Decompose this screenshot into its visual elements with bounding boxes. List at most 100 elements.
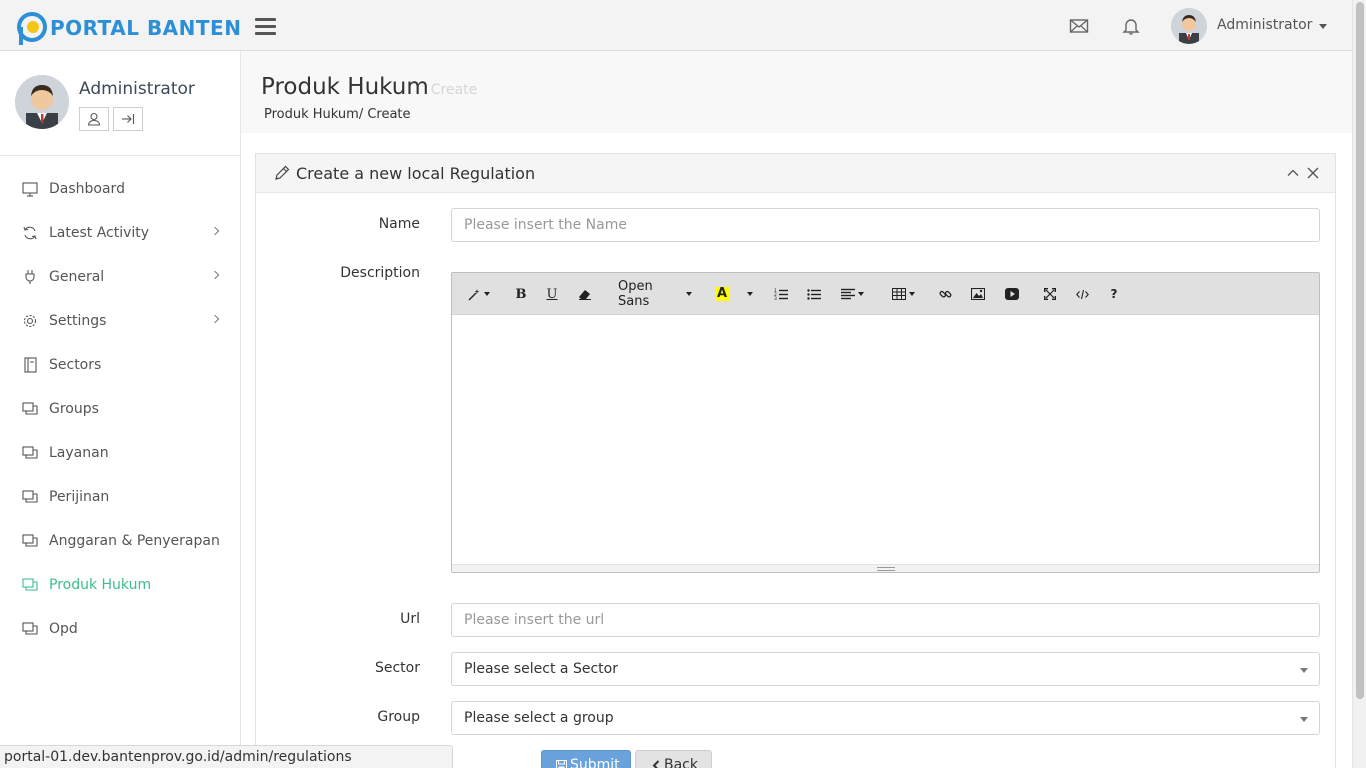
pencil-icon bbox=[275, 165, 290, 180]
profile-avatar bbox=[15, 75, 69, 129]
chevron-right-icon bbox=[210, 270, 220, 280]
sidebar-item-produk-hukum[interactable]: Produk Hukum bbox=[0, 563, 240, 607]
fullscreen-button[interactable] bbox=[1041, 284, 1059, 304]
ordered-list-button[interactable]: 123 bbox=[772, 284, 790, 304]
unordered-list-button[interactable] bbox=[805, 284, 823, 304]
panel-header: Create a new local Regulation bbox=[256, 154, 1335, 193]
sidebar-item-sectors[interactable]: Sectors bbox=[0, 343, 240, 387]
back-button[interactable]: Back bbox=[635, 750, 712, 768]
editor-resize-handle[interactable] bbox=[452, 564, 1319, 572]
profile-name: Administrator bbox=[79, 79, 195, 99]
refresh-icon bbox=[21, 225, 38, 242]
link-status-bar: portal-01.dev.bantenprov.go.id/admin/reg… bbox=[0, 745, 453, 768]
gear-icon bbox=[21, 313, 38, 330]
link-icon bbox=[938, 290, 951, 298]
eraser-icon bbox=[579, 290, 591, 300]
font-select[interactable]: Open Sans bbox=[618, 279, 692, 309]
sector-label: Sector bbox=[374, 660, 420, 676]
name-input[interactable] bbox=[451, 208, 1320, 242]
window-icon bbox=[21, 445, 38, 462]
svg-text:3: 3 bbox=[774, 296, 777, 300]
top-navbar: PORTAL BANTEN Administrator bbox=[0, 0, 1352, 51]
paragraph-align-button[interactable] bbox=[838, 284, 866, 304]
portal-banten-logo[interactable]: PORTAL BANTEN bbox=[17, 11, 241, 45]
fullscreen-icon bbox=[1044, 288, 1056, 300]
logout-button[interactable] bbox=[113, 107, 143, 131]
page-scrollbar[interactable] bbox=[1352, 0, 1366, 768]
unordered-list-icon bbox=[807, 289, 821, 300]
sidebar-item-perijinan[interactable]: Perijinan bbox=[0, 475, 240, 519]
bold-button[interactable]: B bbox=[512, 284, 530, 304]
picture-button[interactable] bbox=[969, 284, 987, 304]
user-avatar[interactable] bbox=[1171, 8, 1207, 44]
page-title: Produk Hukum Create bbox=[261, 74, 477, 100]
table-icon bbox=[891, 288, 906, 300]
video-icon bbox=[1005, 288, 1019, 300]
window-icon bbox=[21, 621, 38, 638]
group-label: Group bbox=[377, 709, 420, 725]
underline-button[interactable]: U bbox=[543, 284, 561, 304]
back-label: Back bbox=[664, 757, 698, 768]
editor-toolbar: B U Open Sans A 123 ? bbox=[452, 273, 1319, 315]
sidebar-item-groups[interactable]: Groups bbox=[0, 387, 240, 431]
sidebar-profile: Administrator bbox=[0, 51, 240, 156]
sidebar: Administrator Dashboard Latest Activity bbox=[0, 51, 241, 768]
group-selected-value: Please select a group bbox=[464, 710, 614, 726]
sidebar-item-latest-activity[interactable]: Latest Activity bbox=[0, 211, 240, 255]
submit-button[interactable]: Submit bbox=[541, 750, 631, 768]
caret-down-icon bbox=[1300, 668, 1308, 673]
chevron-up-icon[interactable] bbox=[1286, 166, 1300, 180]
sidebar-item-label: Layanan bbox=[49, 445, 109, 461]
caret-down-icon bbox=[1319, 23, 1328, 29]
description-editor-area[interactable] bbox=[452, 315, 1319, 565]
font-name: Open Sans bbox=[618, 279, 653, 309]
link-button[interactable] bbox=[936, 284, 954, 304]
style-button[interactable] bbox=[466, 284, 492, 304]
chevron-right-icon bbox=[210, 314, 220, 324]
sidebar-item-settings[interactable]: Settings bbox=[0, 299, 240, 343]
sidebar-item-layanan[interactable]: Layanan bbox=[0, 431, 240, 475]
sidebar-nav: Dashboard Latest Activity General Settin… bbox=[0, 156, 240, 651]
name-label: Name bbox=[378, 216, 420, 232]
sidebar-item-dashboard[interactable]: Dashboard bbox=[0, 167, 240, 211]
user-menu[interactable]: Administrator bbox=[1217, 17, 1328, 33]
bell-icon[interactable] bbox=[1121, 17, 1141, 35]
text-color-dropdown[interactable] bbox=[741, 284, 755, 304]
sidebar-item-label: Produk Hukum bbox=[49, 577, 152, 593]
sidebar-item-general[interactable]: General bbox=[0, 255, 240, 299]
ordered-list-icon: 123 bbox=[774, 288, 788, 300]
window-icon bbox=[21, 401, 38, 418]
sidebar-item-label: Sectors bbox=[49, 357, 102, 373]
sidebar-toggle-button[interactable] bbox=[255, 18, 276, 36]
description-editor: B U Open Sans A 123 ? bbox=[451, 272, 1320, 573]
submit-label: Submit bbox=[570, 757, 620, 768]
help-button[interactable]: ? bbox=[1105, 284, 1123, 304]
profile-button[interactable] bbox=[79, 107, 109, 131]
text-color-button[interactable]: A bbox=[713, 284, 731, 304]
text-color-icon: A bbox=[714, 286, 730, 301]
breadcrumb[interactable]: Produk Hukum/ Create bbox=[264, 107, 411, 122]
video-button[interactable] bbox=[1003, 284, 1021, 304]
sector-select[interactable]: Please select a Sector bbox=[451, 652, 1320, 686]
grip-icon bbox=[876, 566, 895, 571]
window-icon bbox=[21, 577, 38, 594]
clear-format-button[interactable] bbox=[576, 284, 594, 304]
monitor-icon bbox=[21, 181, 38, 198]
user-icon bbox=[87, 112, 101, 126]
table-button[interactable] bbox=[889, 284, 917, 304]
url-label: Url bbox=[400, 611, 420, 627]
code-view-button[interactable] bbox=[1073, 284, 1091, 304]
group-select[interactable]: Please select a group bbox=[451, 701, 1320, 735]
sidebar-item-anggaran-penyerapan[interactable]: Anggaran & Penyerapan bbox=[0, 519, 240, 563]
page-subtitle: Create bbox=[430, 82, 478, 98]
user-name: Administrator bbox=[1217, 17, 1313, 33]
scrollbar-thumb[interactable] bbox=[1356, 2, 1364, 699]
close-icon[interactable] bbox=[1306, 166, 1320, 180]
url-input[interactable] bbox=[451, 603, 1320, 637]
envelope-icon[interactable] bbox=[1069, 17, 1089, 35]
sidebar-item-opd[interactable]: Opd bbox=[0, 607, 240, 651]
plug-icon bbox=[21, 269, 38, 286]
panel-title: Create a new local Regulation bbox=[296, 164, 536, 183]
sidebar-item-label: Latest Activity bbox=[49, 225, 150, 241]
chevron-left-icon bbox=[652, 759, 660, 768]
